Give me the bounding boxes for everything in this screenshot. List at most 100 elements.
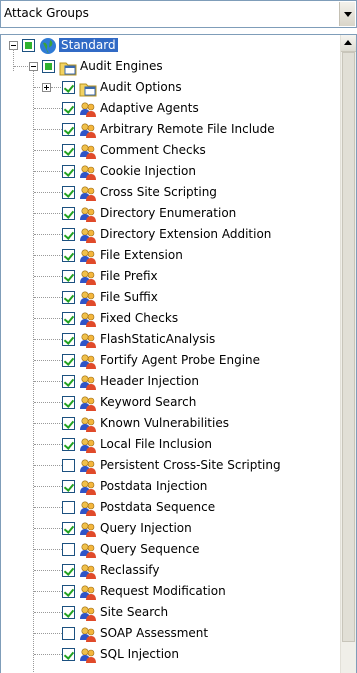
tree-node-item[interactable]: Query Sequence: [1, 539, 341, 560]
tree-line: [34, 339, 62, 340]
tree-node-root[interactable]: Standard: [1, 35, 341, 56]
item-checkbox[interactable]: [62, 438, 75, 451]
item-checkbox[interactable]: [62, 249, 75, 262]
item-label: Site Search: [100, 605, 169, 619]
item-checkbox[interactable]: [62, 102, 75, 115]
item-checkbox[interactable]: [62, 480, 75, 493]
scroll-thumb[interactable]: [342, 52, 355, 642]
tree-node-item[interactable]: SQL Injection: [1, 644, 341, 665]
item-checkbox[interactable]: [62, 144, 75, 157]
tree-line: [34, 444, 62, 445]
item-checkbox[interactable]: [62, 228, 75, 241]
item-label: SOAP Assessment: [100, 626, 209, 640]
item-checkbox[interactable]: [62, 417, 75, 430]
agent-people-icon: [79, 289, 97, 307]
item-checkbox[interactable]: [62, 585, 75, 598]
item-checkbox[interactable]: [62, 522, 75, 535]
tree-node-item[interactable]: Fortify Agent Probe Engine: [1, 350, 341, 371]
item-checkbox[interactable]: [62, 501, 75, 514]
tree-node-item[interactable]: Audit Options: [1, 77, 341, 98]
item-checkbox[interactable]: [62, 312, 75, 325]
tree-node-item[interactable]: Directory Enumeration: [1, 203, 341, 224]
tree-node-item[interactable]: Known Vulnerabilities: [1, 413, 341, 434]
attack-tree[interactable]: Standard Audit Engines Audit Options Adap…: [0, 34, 357, 673]
item-checkbox[interactable]: [62, 459, 75, 472]
item-label: Reclassify: [100, 563, 160, 577]
tree-node-item[interactable]: Persistent Cross-Site Scripting: [1, 455, 341, 476]
item-checkbox[interactable]: [62, 543, 75, 556]
vertical-scrollbar[interactable]: [340, 35, 356, 673]
root-checkbox[interactable]: [22, 39, 35, 52]
scroll-up-arrow-icon[interactable]: [341, 35, 356, 52]
tree-node-item[interactable]: Request Modification: [1, 581, 341, 602]
tree-node-item[interactable]: Reclassify: [1, 560, 341, 581]
agent-people-icon: [79, 625, 97, 643]
tree-node-item[interactable]: SOAP Assessment: [1, 623, 341, 644]
tree-node-item[interactable]: Local File Inclusion: [1, 434, 341, 455]
tree-line: [34, 318, 62, 319]
attack-groups-dropdown[interactable]: Attack Groups: [0, 0, 357, 28]
item-checkbox[interactable]: [62, 207, 75, 220]
tree-line: [34, 171, 62, 172]
item-checkbox[interactable]: [62, 627, 75, 640]
tree-node-item[interactable]: Header Injection: [1, 371, 341, 392]
item-checkbox[interactable]: [62, 81, 75, 94]
audit-engines-checkbox[interactable]: [42, 60, 55, 73]
tree-node-audit-engines[interactable]: Audit Engines: [1, 56, 341, 77]
tree-node-item[interactable]: FlashStaticAnalysis: [1, 329, 341, 350]
item-checkbox[interactable]: [62, 375, 75, 388]
tree-node-item[interactable]: Cookie Injection: [1, 161, 341, 182]
tree-node-item[interactable]: Comment Checks: [1, 140, 341, 161]
tree-line: [34, 87, 40, 88]
expand-icon[interactable]: [42, 83, 51, 92]
globe-icon: [40, 38, 56, 54]
tree-line: [34, 255, 62, 256]
item-label: File Extension: [100, 248, 183, 262]
agent-people-icon: [79, 604, 97, 622]
audit-engines-label: Audit Engines: [80, 59, 163, 73]
tree-node-item[interactable]: Directory Extension Addition: [1, 224, 341, 245]
item-checkbox[interactable]: [62, 123, 75, 136]
tree-line: [34, 402, 62, 403]
tree-node-item[interactable]: Query Injection: [1, 518, 341, 539]
item-checkbox[interactable]: [62, 396, 75, 409]
tree-node-item[interactable]: Keyword Search: [1, 392, 341, 413]
tree-node-item[interactable]: File Suffix: [1, 287, 341, 308]
tree-line: [34, 381, 62, 382]
agent-people-icon: [79, 226, 97, 244]
item-label: Adaptive Agents: [100, 101, 199, 115]
agent-people-icon: [79, 415, 97, 433]
tree-line: [13, 49, 14, 71]
tree-line: [34, 465, 62, 466]
tree-node-item[interactable]: Arbitrary Remote File Include: [1, 119, 341, 140]
agent-people-icon: [79, 394, 97, 412]
item-checkbox[interactable]: [62, 270, 75, 283]
agent-people-icon: [79, 646, 97, 664]
tree-node-item[interactable]: Adaptive Agents: [1, 98, 341, 119]
item-checkbox[interactable]: [62, 564, 75, 577]
chevron-down-icon[interactable]: [339, 2, 355, 26]
item-checkbox[interactable]: [62, 186, 75, 199]
tree-node-item[interactable]: Postdata Injection: [1, 476, 341, 497]
item-label: Header Injection: [100, 374, 199, 388]
agent-people-icon: [79, 310, 97, 328]
item-checkbox[interactable]: [62, 606, 75, 619]
tree-node-item[interactable]: Fixed Checks: [1, 308, 341, 329]
item-checkbox[interactable]: [62, 333, 75, 346]
tree-node-item[interactable]: Cross Site Scripting: [1, 182, 341, 203]
item-checkbox[interactable]: [62, 354, 75, 367]
tree-node-item[interactable]: File Prefix: [1, 266, 341, 287]
tree-node-item[interactable]: File Extension: [1, 245, 341, 266]
item-checkbox[interactable]: [62, 165, 75, 178]
tree-line: [34, 234, 62, 235]
collapse-icon[interactable]: [29, 62, 38, 71]
tree-line: [34, 108, 62, 109]
tree-node-item[interactable]: Site Search: [1, 602, 341, 623]
item-checkbox[interactable]: [62, 648, 75, 661]
agent-people-icon: [79, 247, 97, 265]
tree-line: [34, 570, 62, 571]
agent-people-icon: [79, 541, 97, 559]
item-label: Persistent Cross-Site Scripting: [100, 458, 281, 472]
item-checkbox[interactable]: [62, 291, 75, 304]
tree-node-item[interactable]: Postdata Sequence: [1, 497, 341, 518]
